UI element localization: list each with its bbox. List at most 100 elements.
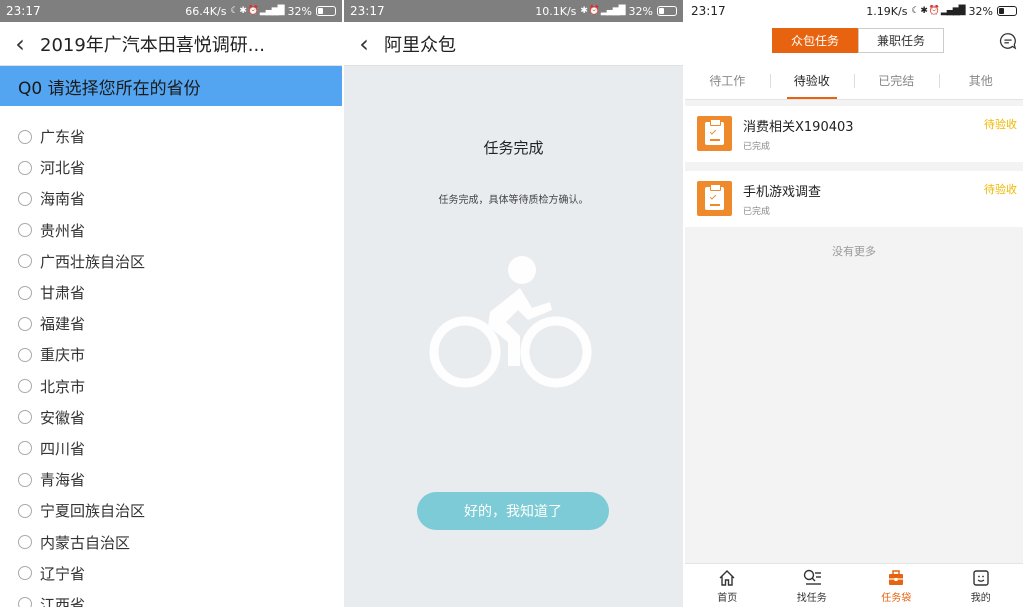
option-item[interactable]: 江西省 — [0, 589, 342, 607]
battery-icon — [316, 6, 336, 16]
task-card[interactable]: 手机游戏调查 已完成 待验收 — [685, 171, 1023, 227]
bottom-nav-label: 任务袋 — [881, 592, 912, 604]
radio-icon[interactable] — [18, 316, 32, 331]
find-task-icon — [803, 569, 821, 585]
status-bar: 23:17 1.19K/s ☾ ✱ ⏰ ▂▄▆█ 32% — [685, 0, 1023, 22]
tab-2[interactable]: 已完结 — [854, 62, 939, 99]
done-description: 任务完成，具体等待质检方确认。 — [438, 195, 589, 206]
tab-bar: 待工作 待验收 已完结 其他 — [685, 62, 1023, 100]
status-time: 23:17 — [691, 4, 726, 18]
net-speed: 66.4K/s — [185, 4, 227, 18]
option-item[interactable]: 海南省 — [0, 183, 342, 214]
option-label: 河北省 — [40, 159, 86, 178]
task-name: 消费相关X190403 — [743, 120, 854, 135]
bottom-nav-find-task[interactable]: 找任务 — [770, 564, 855, 607]
bottom-nav-profile[interactable]: 我的 — [939, 564, 1023, 607]
profile-icon — [973, 569, 989, 586]
status-bar: 23:17 66.4K/s ☾ ✱ ⏰ ▂▄▆█ 32% — [0, 0, 342, 22]
nav-bar: ‹ 2019年广汽本田喜悦调研... — [0, 22, 342, 66]
page-title: 2019年广汽本田喜悦调研... — [40, 34, 265, 56]
battery-level: 32% — [628, 4, 653, 18]
option-item[interactable]: 广东省 — [0, 121, 342, 152]
tab-separator — [854, 74, 855, 88]
message-icon[interactable] — [999, 32, 1017, 50]
radio-icon[interactable] — [18, 441, 32, 456]
radio-icon[interactable] — [18, 129, 32, 144]
option-item[interactable]: 宁夏回族自治区 — [0, 495, 342, 526]
option-label: 贵州省 — [40, 221, 86, 240]
battery-level: 32% — [968, 4, 993, 18]
signal-icon: ✱ ⏰ ▂▄▆█ — [580, 6, 625, 16]
radio-icon[interactable] — [18, 566, 32, 581]
tab-separator — [769, 74, 771, 88]
radio-icon[interactable] — [18, 597, 32, 607]
radio-icon[interactable] — [18, 191, 32, 206]
nav-bar: ‹ 阿里众包 — [344, 22, 683, 66]
ok-button[interactable]: 好的，我知道了 — [417, 492, 609, 530]
bottom-nav-home[interactable]: 首页 — [685, 564, 770, 607]
home-icon — [719, 569, 735, 586]
bottom-nav-task-bag[interactable]: 任务袋 — [854, 564, 939, 607]
task-name: 手机游戏调查 — [743, 185, 822, 200]
net-speed: 10.1K/s — [535, 4, 577, 18]
radio-icon[interactable] — [18, 472, 32, 487]
radio-icon[interactable] — [18, 503, 32, 518]
page-title: 阿里众包 — [384, 34, 456, 56]
back-button[interactable]: ‹ — [0, 30, 40, 58]
bottom-nav: 首页 找任务 任务袋 我的 — [685, 563, 1023, 607]
option-label: 福建省 — [40, 315, 86, 334]
bottom-nav-label: 我的 — [970, 592, 991, 604]
radio-icon[interactable] — [18, 347, 32, 362]
option-label: 内蒙古自治区 — [40, 533, 131, 552]
cyclist-icon — [429, 256, 592, 388]
option-label: 重庆市 — [40, 346, 86, 365]
option-item[interactable]: 辽宁省 — [0, 558, 342, 589]
task-done-panel: 23:17 10.1K/s ✱ ⏰ ▂▄▆█ 32% ‹ 阿里众包 任务完成 任… — [344, 0, 683, 607]
option-label: 甘肃省 — [40, 284, 86, 303]
tab-1[interactable]: 待验收 — [770, 62, 855, 99]
back-button[interactable]: ‹ — [344, 30, 384, 58]
status-time: 23:17 — [350, 4, 385, 18]
option-item[interactable]: 福建省 — [0, 308, 342, 339]
option-item[interactable]: 河北省 — [0, 152, 342, 183]
no-more-text: 没有更多 — [832, 245, 876, 258]
done-title: 任务完成 — [483, 139, 544, 157]
option-label: 江西省 — [40, 595, 86, 607]
option-item[interactable]: 甘肃省 — [0, 277, 342, 308]
option-item[interactable]: 贵州省 — [0, 215, 342, 246]
option-item[interactable]: 安徽省 — [0, 402, 342, 433]
radio-icon[interactable] — [18, 535, 32, 550]
radio-icon[interactable] — [18, 160, 32, 175]
option-label: 安徽省 — [40, 408, 86, 427]
option-label: 海南省 — [40, 190, 86, 209]
option-label: 辽宁省 — [40, 564, 86, 583]
segment-crowdsource[interactable]: 众包任务 — [772, 28, 858, 53]
task-bag-panel: 23:17 1.19K/s ☾ ✱ ⏰ ▂▄▆█ 32% 众包任务 兼职任务 待… — [685, 0, 1023, 607]
segment-parttime[interactable]: 兼职任务 — [858, 28, 944, 53]
clipboard-icon — [697, 116, 732, 151]
battery-icon — [997, 6, 1017, 16]
option-item[interactable]: 内蒙古自治区 — [0, 526, 342, 557]
radio-icon[interactable] — [18, 223, 32, 238]
radio-icon[interactable] — [18, 379, 32, 394]
status-time: 23:17 — [6, 4, 41, 18]
option-item[interactable]: 北京市 — [0, 371, 342, 402]
battery-icon — [657, 6, 677, 16]
bottom-nav-label: 首页 — [717, 592, 738, 604]
tab-3[interactable]: 其他 — [939, 62, 1023, 99]
option-item[interactable]: 四川省 — [0, 433, 342, 464]
option-label: 青海省 — [40, 471, 86, 490]
radio-icon[interactable] — [18, 285, 32, 300]
radio-icon[interactable] — [18, 410, 32, 425]
radio-icon[interactable] — [18, 254, 32, 269]
bottom-nav-label: 找任务 — [796, 592, 827, 604]
task-card[interactable]: 消费相关X190403 已完成 待验收 — [685, 106, 1023, 162]
task-status: 已完成 — [743, 207, 771, 217]
option-item[interactable]: 青海省 — [0, 464, 342, 495]
option-label: 广西壮族自治区 — [40, 252, 146, 271]
option-item[interactable]: 重庆市 — [0, 339, 342, 370]
tab-0[interactable]: 待工作 — [685, 62, 770, 99]
signal-icon: ☾ ✱ ⏰ ▂▄▆█ — [230, 6, 284, 16]
option-label: 宁夏回族自治区 — [40, 502, 146, 521]
option-item[interactable]: 广西壮族自治区 — [0, 246, 342, 277]
